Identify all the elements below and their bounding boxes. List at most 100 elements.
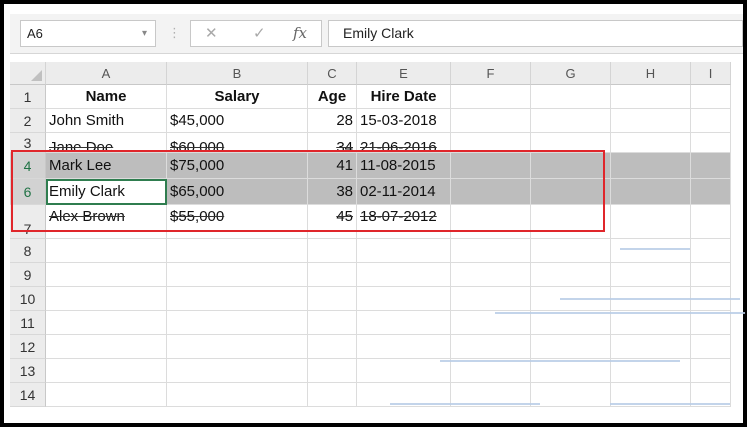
column-header-c[interactable]: C — [308, 62, 357, 85]
cell[interactable] — [451, 311, 531, 335]
cell[interactable]: Hire Date — [357, 85, 451, 109]
cell[interactable]: 15-03-2018 — [357, 109, 451, 133]
cell[interactable] — [451, 85, 531, 109]
column-header-a[interactable]: A — [46, 62, 167, 85]
cell[interactable] — [691, 311, 731, 335]
cell[interactable] — [167, 311, 308, 335]
cell[interactable] — [691, 335, 731, 359]
chevron-down-icon[interactable]: ▾ — [142, 21, 147, 46]
cell[interactable]: Name — [46, 85, 167, 109]
cell[interactable] — [531, 85, 611, 109]
cell[interactable] — [451, 179, 531, 205]
cell[interactable] — [611, 205, 691, 239]
cell[interactable] — [531, 239, 611, 263]
cell[interactable]: 28 — [308, 109, 357, 133]
cell[interactable] — [451, 205, 531, 239]
cell[interactable] — [308, 287, 357, 311]
cell[interactable]: $75,000 — [167, 153, 308, 179]
row-header-4[interactable]: 4 — [10, 153, 46, 179]
cell[interactable]: 34 — [308, 133, 357, 153]
column-header-i[interactable]: I — [691, 62, 731, 85]
cell[interactable] — [611, 85, 691, 109]
cell[interactable]: Jane Doe — [46, 133, 167, 153]
cell[interactable]: 11-08-2015 — [357, 153, 451, 179]
cell[interactable] — [531, 153, 611, 179]
row-header-1[interactable]: 1 — [10, 85, 46, 109]
cell[interactable] — [46, 359, 167, 383]
cell[interactable] — [357, 335, 451, 359]
cell[interactable]: 41 — [308, 153, 357, 179]
select-all-corner[interactable] — [10, 62, 46, 85]
cell[interactable] — [451, 239, 531, 263]
cell[interactable] — [691, 239, 731, 263]
column-header-e[interactable]: E — [357, 62, 451, 85]
cell[interactable] — [167, 239, 308, 263]
cell[interactable] — [46, 239, 167, 263]
cell[interactable] — [451, 287, 531, 311]
cell[interactable] — [46, 263, 167, 287]
row-header-6[interactable]: 6 — [10, 179, 46, 205]
insert-function-icon[interactable]: fx — [293, 24, 307, 42]
cell[interactable] — [611, 179, 691, 205]
column-header-f[interactable]: F — [451, 62, 531, 85]
cell[interactable] — [46, 287, 167, 311]
cell[interactable] — [167, 383, 308, 407]
cell[interactable] — [308, 239, 357, 263]
row-header-12[interactable]: 12 — [10, 335, 46, 359]
cell[interactable] — [611, 109, 691, 133]
cell[interactable] — [611, 153, 691, 179]
row-header-11[interactable]: 11 — [10, 311, 46, 335]
row-header-13[interactable]: 13 — [10, 359, 46, 383]
cell[interactable] — [167, 359, 308, 383]
row-header-8[interactable]: 8 — [10, 239, 46, 263]
cell[interactable] — [308, 263, 357, 287]
cell[interactable] — [691, 109, 731, 133]
cell[interactable] — [167, 287, 308, 311]
cell[interactable] — [308, 359, 357, 383]
cell[interactable] — [531, 205, 611, 239]
cell[interactable] — [167, 263, 308, 287]
cell[interactable] — [691, 205, 731, 239]
cell[interactable] — [611, 335, 691, 359]
column-header-g[interactable]: G — [531, 62, 611, 85]
cell[interactable] — [531, 179, 611, 205]
cell[interactable]: Alex Brown — [46, 205, 167, 239]
cell[interactable] — [691, 359, 731, 383]
cell[interactable] — [691, 179, 731, 205]
cell[interactable] — [357, 263, 451, 287]
cell[interactable] — [46, 383, 167, 407]
row-header-7[interactable]: 7 — [10, 205, 46, 239]
cell[interactable] — [46, 335, 167, 359]
cell[interactable] — [531, 109, 611, 133]
cell[interactable] — [691, 85, 731, 109]
cell[interactable] — [451, 109, 531, 133]
cell[interactable] — [357, 359, 451, 383]
cell[interactable] — [451, 153, 531, 179]
cell[interactable]: John Smith — [46, 109, 167, 133]
cell[interactable]: 38 — [308, 179, 357, 205]
cell[interactable]: 21-06-2016 — [357, 133, 451, 153]
cell[interactable] — [451, 263, 531, 287]
cell[interactable] — [451, 133, 531, 153]
cell[interactable]: Salary — [167, 85, 308, 109]
cell[interactable] — [531, 383, 611, 407]
cell[interactable] — [357, 311, 451, 335]
row-header-14[interactable]: 14 — [10, 383, 46, 407]
cell[interactable]: Mark Lee — [46, 153, 167, 179]
cell[interactable] — [357, 287, 451, 311]
cell[interactable] — [611, 359, 691, 383]
cell[interactable] — [611, 239, 691, 263]
column-header-h[interactable]: H — [611, 62, 691, 85]
cell[interactable] — [531, 335, 611, 359]
cell[interactable] — [531, 133, 611, 153]
cell[interactable] — [46, 311, 167, 335]
cell[interactable]: $60,000 — [167, 133, 308, 153]
row-header-9[interactable]: 9 — [10, 263, 46, 287]
cell[interactable]: 45 — [308, 205, 357, 239]
cell[interactable] — [308, 335, 357, 359]
cell[interactable] — [691, 133, 731, 153]
cell[interactable]: Age — [308, 85, 357, 109]
cell[interactable]: $55,000 — [167, 205, 308, 239]
cell[interactable] — [531, 311, 611, 335]
formula-input[interactable]: Emily Clark — [328, 20, 743, 47]
